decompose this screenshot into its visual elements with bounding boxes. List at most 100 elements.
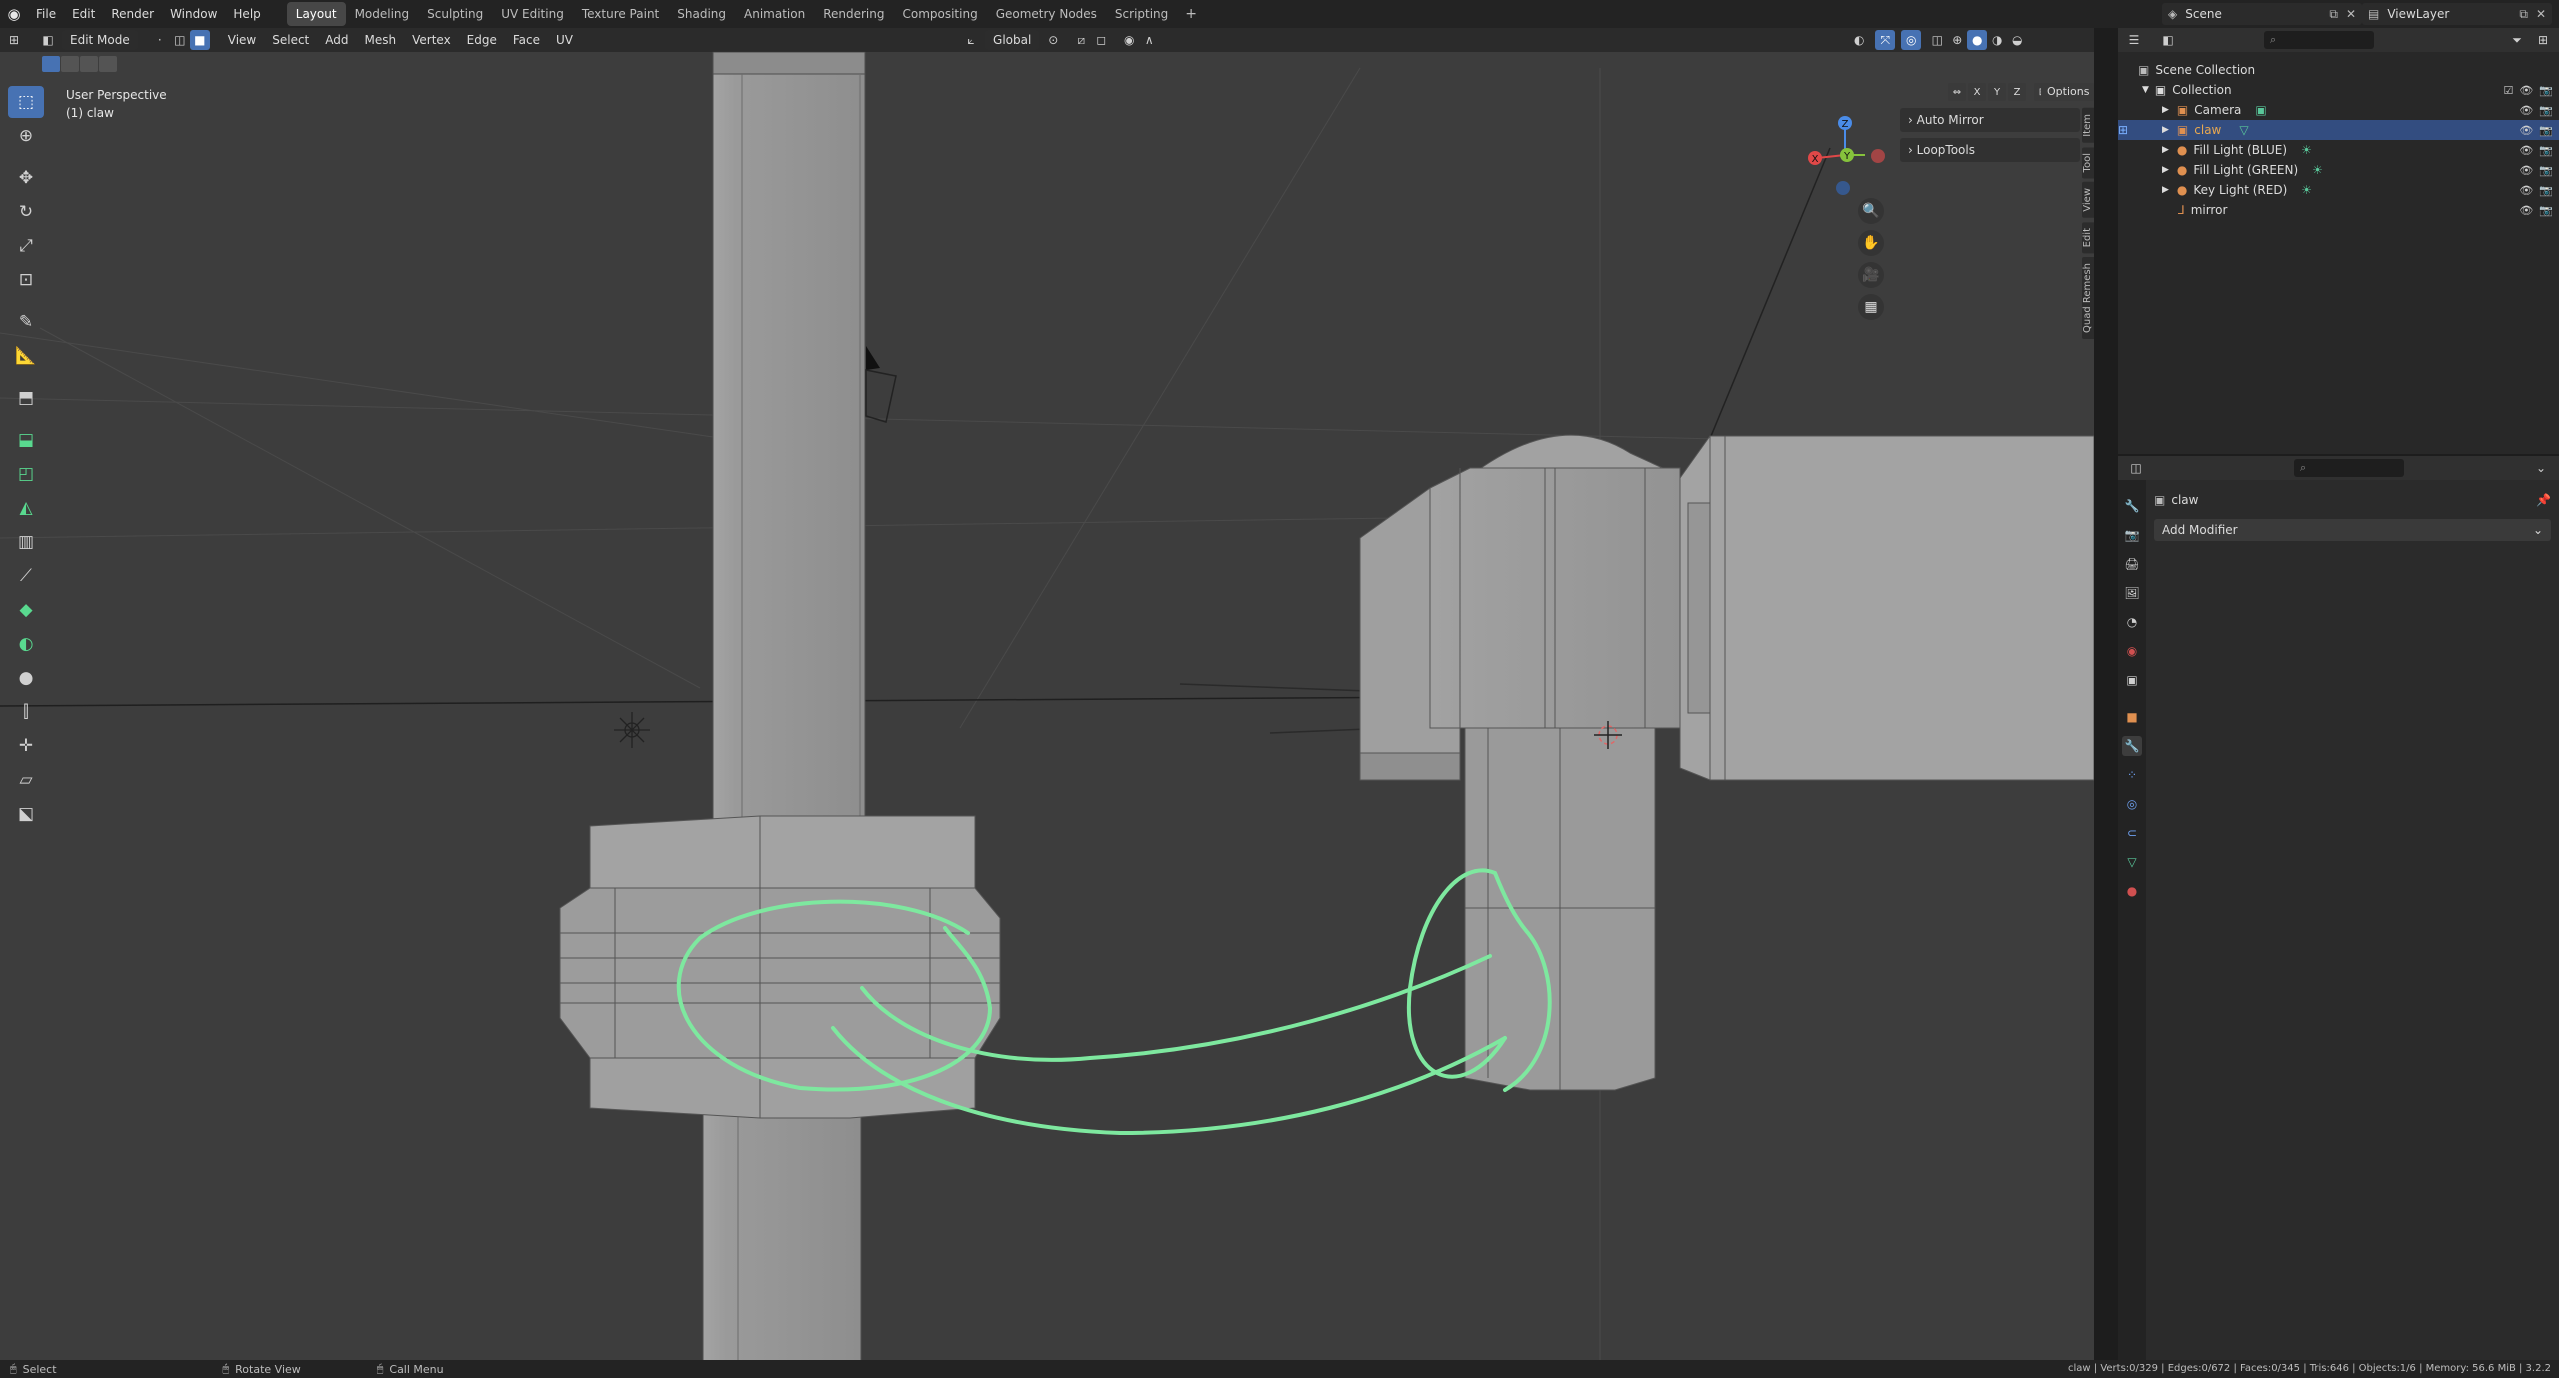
tab-texture-paint[interactable]: Texture Paint	[573, 2, 668, 26]
snap-icon[interactable]: ⧄	[1071, 30, 1091, 50]
scene-selector[interactable]: ◈ Scene ⧉ ✕	[2162, 3, 2362, 25]
camera-render-icon[interactable]: 📷	[2539, 144, 2553, 157]
expand-right-icon[interactable]: ▶	[2162, 125, 2169, 135]
add-modifier-dropdown[interactable]: Add Modifier ⌄	[2154, 519, 2551, 541]
menu-uv[interactable]: UV	[548, 28, 581, 52]
menu-add[interactable]: Add	[317, 28, 356, 52]
tab-geometry-nodes[interactable]: Geometry Nodes	[987, 2, 1106, 26]
snap-target-icon[interactable]: ◻	[1091, 30, 1111, 50]
menu-face[interactable]: Face	[505, 28, 548, 52]
close-icon[interactable]: ✕	[2346, 7, 2356, 21]
tab-shading[interactable]: Shading	[668, 2, 735, 26]
sidebar-tab-item[interactable]: Item	[2082, 108, 2094, 143]
view-layer-icon[interactable]: 🖼	[2122, 583, 2142, 603]
tab-rendering[interactable]: Rendering	[814, 2, 893, 26]
gizmo-toggle-icon[interactable]: ⤧	[1875, 30, 1896, 50]
menu-help[interactable]: Help	[225, 0, 268, 28]
sidebar-tab-edit[interactable]: Edit	[2082, 221, 2094, 254]
spin-tool-icon[interactable]: ◐	[8, 628, 44, 660]
expand-right-icon[interactable]: ▶	[2162, 145, 2169, 155]
visibility-icon[interactable]: ◐	[1849, 30, 1869, 50]
xray-icon[interactable]: ◫	[1927, 30, 1947, 50]
camera-view-icon[interactable]: 🎥	[1858, 262, 1884, 288]
chevron-down-icon[interactable]: ⌄	[2531, 458, 2551, 478]
outliner-item-claw[interactable]: ⊞ ▶ ▣ claw ▽ 👁 📷	[2118, 120, 2559, 140]
overlay-toggle-icon[interactable]: ◎	[1901, 30, 1922, 50]
menu-file[interactable]: File	[28, 0, 64, 28]
mirror-y-button[interactable]: Y	[1988, 83, 2006, 101]
new-collection-icon[interactable]: ⊞	[2533, 30, 2553, 50]
falloff-icon[interactable]: ∧	[1139, 30, 1159, 50]
tab-scripting[interactable]: Scripting	[1106, 2, 1177, 26]
add-cube-tool-icon[interactable]: ⬒	[8, 382, 44, 414]
copy-icon[interactable]: ⧉	[2329, 7, 2338, 22]
physics-icon[interactable]: ◎	[2122, 794, 2142, 814]
vertex-select-icon[interactable]: ·	[150, 30, 170, 50]
eye-icon[interactable]: 👁	[2519, 184, 2533, 197]
tab-animation[interactable]: Animation	[735, 2, 814, 26]
panel-auto-mirror[interactable]: › Auto Mirror	[1900, 108, 2080, 132]
eye-icon[interactable]: 👁	[2519, 84, 2533, 97]
inset-tool-icon[interactable]: ◰	[8, 458, 44, 490]
shrink-fatten-tool-icon[interactable]: ✛	[8, 730, 44, 762]
outliner-collection[interactable]: ▼ ▣ Collection ☑ 👁 📷	[2118, 80, 2559, 100]
viewport-canvas[interactable]	[0, 28, 2094, 1360]
scene-icon[interactable]: ◔	[2122, 612, 2142, 632]
move-tool-icon[interactable]: ✥	[8, 162, 44, 194]
tab-compositing[interactable]: Compositing	[893, 2, 986, 26]
menu-mesh[interactable]: Mesh	[357, 28, 405, 52]
outliner-item-fill-light-green[interactable]: ▶ ● Fill Light (GREEN) ☀ 👁 📷	[2118, 160, 2559, 180]
checkbox-icon[interactable]: ☑	[2503, 84, 2513, 97]
gizmo-neg-x-axis[interactable]	[1871, 149, 1885, 163]
loop-cut-tool-icon[interactable]: ▥	[8, 526, 44, 558]
display-mode-icon[interactable]: ◧	[2158, 30, 2178, 50]
wireframe-shading-icon[interactable]: ⊕	[1947, 30, 1967, 50]
pivot-icon[interactable]: ⊙	[1043, 30, 1063, 50]
mirror-x-button[interactable]: X	[1968, 83, 1986, 101]
eye-icon[interactable]: 👁	[2519, 144, 2533, 157]
camera-render-icon[interactable]: 📷	[2539, 184, 2553, 197]
camera-render-icon[interactable]: 📷	[2539, 84, 2553, 97]
scale-tool-icon[interactable]: ⤢	[8, 230, 44, 262]
data-icon[interactable]: ▽	[2122, 852, 2142, 872]
outliner-item-mirror[interactable]: ⅃ mirror 👁 📷	[2118, 200, 2559, 220]
filter-icon[interactable]: ⏷	[2507, 30, 2527, 50]
outliner-item-camera[interactable]: ▶ ▣ Camera ▣ 👁 📷	[2118, 100, 2559, 120]
knife-tool-icon[interactable]: ⟋	[8, 560, 44, 592]
particles-icon[interactable]: ⁘	[2122, 765, 2142, 785]
menu-vertex[interactable]: Vertex	[404, 28, 459, 52]
eye-icon[interactable]: 👁	[2519, 104, 2533, 117]
select-new-icon[interactable]	[42, 56, 60, 72]
tab-uv-editing[interactable]: UV Editing	[492, 2, 573, 26]
render-icon[interactable]: 📷	[2122, 525, 2142, 545]
annotate-tool-icon[interactable]: ✎	[8, 306, 44, 338]
rendered-shading-icon[interactable]: ◒	[2007, 30, 2027, 50]
camera-render-icon[interactable]: 📷	[2539, 124, 2553, 137]
menu-edit[interactable]: Edit	[64, 0, 103, 28]
add-workspace-button[interactable]: +	[1177, 6, 1205, 22]
tab-sculpting[interactable]: Sculpting	[418, 2, 492, 26]
camera-render-icon[interactable]: 📷	[2539, 164, 2553, 177]
expand-right-icon[interactable]: ▶	[2162, 105, 2169, 115]
sidebar-tab-tool[interactable]: Tool	[2082, 146, 2094, 179]
camera-render-icon[interactable]: 📷	[2539, 104, 2553, 117]
ortho-grid-icon[interactable]: ▦	[1858, 294, 1884, 320]
output-icon[interactable]: 🖨	[2122, 554, 2142, 574]
select-intersect-icon[interactable]	[99, 56, 117, 72]
panel-looptools[interactable]: › LoopTools	[1900, 138, 2080, 162]
editor-type-icon[interactable]: ⊞	[4, 30, 24, 50]
blender-logo-icon[interactable]: ◉	[0, 0, 28, 28]
tab-modeling[interactable]: Modeling	[346, 2, 419, 26]
extrude-tool-icon[interactable]: ⬓	[8, 424, 44, 456]
modifier-icon[interactable]: 🔧	[2122, 736, 2142, 756]
select-extend-icon[interactable]	[61, 56, 79, 72]
select-box-tool-icon[interactable]: ⬚	[8, 86, 44, 118]
menu-view[interactable]: View	[220, 28, 264, 52]
select-subtract-icon[interactable]	[80, 56, 98, 72]
constraints-icon[interactable]: ⊂	[2122, 823, 2142, 843]
eye-icon[interactable]: 👁	[2519, 164, 2533, 177]
zoom-icon[interactable]: 🔍	[1858, 198, 1884, 224]
sidebar-tab-view[interactable]: View	[2082, 182, 2094, 218]
rip-tool-icon[interactable]: ⬕	[8, 798, 44, 830]
light-data-icon[interactable]: ☀	[2301, 183, 2312, 197]
